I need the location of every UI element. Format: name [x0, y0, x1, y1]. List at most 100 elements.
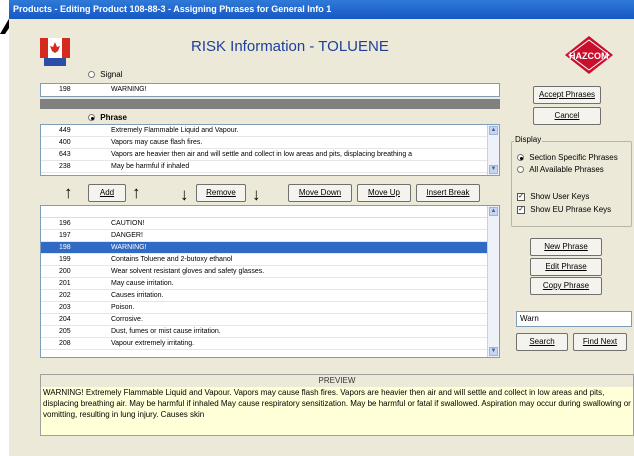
section-specific-label: Section Specific Phrases: [529, 153, 618, 162]
product-window: Products - Editing Product 108-88-3 - As…: [9, 0, 634, 456]
show-user-keys-label: Show User Keys: [530, 192, 590, 201]
copy-phrase-button[interactable]: Copy Phrase: [530, 277, 602, 295]
all-available-radio[interactable]: [517, 166, 524, 174]
scroll-down-icon[interactable]: ▼: [489, 165, 498, 174]
row-code: 643: [59, 151, 71, 158]
row-text: Causes irritation.: [111, 292, 164, 299]
row-text: Vapour extremely irritating.: [111, 340, 195, 347]
row-text: Vapors may cause flash fires.: [111, 139, 203, 146]
row-code: 203: [59, 304, 71, 311]
insert-break-button[interactable]: Insert Break: [416, 184, 480, 202]
all-available-label: All Available Phrases: [529, 165, 604, 174]
preview-text: WARNING! Extremely Flammable Liquid and …: [43, 388, 631, 419]
phrase-radio-dot[interactable]: [88, 114, 95, 122]
section-specific-radio[interactable]: [517, 154, 524, 162]
table-row[interactable]: 400 Vapors may cause flash fires.: [41, 137, 499, 149]
row-text: DANGER!: [111, 232, 143, 239]
row-code: 196: [59, 220, 71, 227]
table-row[interactable]: 203 Poison.: [41, 302, 499, 314]
scroll-up-icon[interactable]: ▲: [489, 207, 498, 216]
list-header: [41, 206, 499, 218]
check-icon[interactable]: ✓: [517, 192, 525, 201]
row-text: Vapors are heavier then air and will set…: [111, 151, 413, 158]
accept-phrases-label: Accept Phrases: [538, 90, 596, 99]
signal-radio-dot[interactable]: [88, 71, 95, 79]
remove-button-label: Remove: [206, 188, 236, 197]
available-phrases-list[interactable]: 196 CAUTION! 197 DANGER! 198 WARNING! 199 Co…: [40, 205, 500, 358]
row-code: 208: [59, 340, 71, 347]
insert-break-label: Insert Break: [426, 188, 470, 197]
scroll-down-icon[interactable]: ▼: [489, 347, 498, 356]
table-row[interactable]: 202 Causes irritation.: [41, 290, 499, 302]
cancel-button[interactable]: Cancel: [533, 107, 601, 125]
arrow-down-icon: ↓: [180, 185, 189, 204]
new-phrase-label: New Phrase: [544, 242, 588, 251]
edit-phrase-label: Edit Phrase: [545, 262, 587, 271]
find-next-button[interactable]: Find Next: [573, 333, 627, 351]
row-text: May be harmful if inhaled: [111, 163, 190, 170]
scroll-up-icon[interactable]: ▲: [489, 126, 498, 135]
search-input[interactable]: Warn: [516, 311, 632, 327]
row-text: WARNING!: [111, 244, 147, 251]
show-eu-keys-checkbox[interactable]: ✓ Show EU Phrase Keys: [517, 205, 611, 214]
table-row[interactable]: 196 CAUTION!: [41, 218, 499, 230]
window-title: Products - Editing Product 108-88-3 - As…: [9, 0, 634, 19]
table-row[interactable]: 204 Corrosive.: [41, 314, 499, 326]
phrase-label: Phrase: [100, 113, 127, 122]
row-code: 201: [59, 280, 71, 287]
move-down-label: Move Down: [298, 188, 342, 197]
signal-label: Signal: [100, 70, 123, 79]
table-row[interactable]: 200 Wear solvent resistant gloves and saf…: [41, 266, 499, 278]
table-row[interactable]: 197 DANGER!: [41, 230, 499, 242]
page-title: RISK Information - TOLUENE: [191, 38, 389, 55]
logo-text: HAZCOM: [569, 51, 609, 61]
table-row[interactable]: 199 Contains Toluene and 2-butoxy ethanol: [41, 254, 499, 266]
row-code: 202: [59, 292, 71, 299]
copy-phrase-label: Copy Phrase: [542, 281, 590, 290]
add-button[interactable]: Add: [88, 184, 126, 202]
remove-button[interactable]: Remove: [196, 184, 246, 202]
search-button[interactable]: Search: [516, 333, 568, 351]
accept-phrases-button[interactable]: Accept Phrases: [533, 86, 601, 104]
display-group-label: Display: [514, 135, 543, 144]
move-up-button[interactable]: Move Up: [357, 184, 411, 202]
table-row[interactable]: 201 May cause irritation.: [41, 278, 499, 290]
add-button-label: Add: [99, 188, 115, 197]
phrase-radio[interactable]: Phrase: [88, 113, 127, 122]
preview-title: PREVIEW: [41, 375, 633, 387]
row-code: 238: [59, 163, 71, 170]
section-divider: [40, 99, 500, 109]
table-row-selected[interactable]: 198 WARNING!: [41, 242, 499, 254]
table-row[interactable]: 205 Dust, fumes or mist cause irritation.: [41, 326, 499, 338]
new-phrase-button[interactable]: New Phrase: [530, 238, 602, 256]
show-eu-keys-label: Show EU Phrase Keys: [530, 205, 612, 214]
arrow-up-icon: ↑: [132, 183, 141, 202]
search-label: Search: [529, 337, 555, 346]
row-text: Poison.: [111, 304, 135, 311]
find-next-label: Find Next: [582, 337, 618, 346]
edit-phrase-button[interactable]: Edit Phrase: [530, 258, 602, 276]
cancel-label: Cancel: [554, 111, 580, 120]
signal-text: WARNING!: [111, 86, 147, 93]
canada-flag-icon: [40, 38, 70, 66]
move-up-label: Move Up: [367, 188, 400, 197]
move-down-button[interactable]: Move Down: [288, 184, 352, 202]
assigned-scrollbar[interactable]: ▲ ▼: [487, 125, 499, 175]
row-text: Dust, fumes or mist cause irritation.: [111, 328, 221, 335]
check-icon[interactable]: ✓: [517, 205, 525, 214]
row-code: 199: [59, 256, 71, 263]
show-user-keys-checkbox[interactable]: ✓ Show User Keys: [517, 192, 589, 201]
option-all-available[interactable]: All Available Phrases: [517, 165, 604, 174]
available-scrollbar[interactable]: ▲ ▼: [487, 206, 499, 357]
table-row[interactable]: 208 Vapour extremely irritating.: [41, 338, 499, 350]
table-row[interactable]: 449 Extremely Flammable Liquid and Vapour…: [41, 125, 499, 137]
table-row[interactable]: 238 May be harmful if inhaled: [41, 161, 499, 173]
row-text: CAUTION!: [111, 220, 145, 227]
signal-field[interactable]: 198 WARNING!: [40, 83, 500, 97]
signal-radio[interactable]: Signal: [88, 70, 122, 79]
preview-panel: PREVIEW WARNING! Extremely Flammable Liq…: [40, 374, 634, 436]
table-row[interactable]: 643 Vapors are heavier then air and will …: [41, 149, 499, 161]
arrow-down-icon: ↓: [252, 185, 261, 204]
option-section-specific[interactable]: Section Specific Phrases: [517, 153, 618, 162]
assigned-phrases-list[interactable]: 449 Extremely Flammable Liquid and Vapour…: [40, 124, 500, 176]
